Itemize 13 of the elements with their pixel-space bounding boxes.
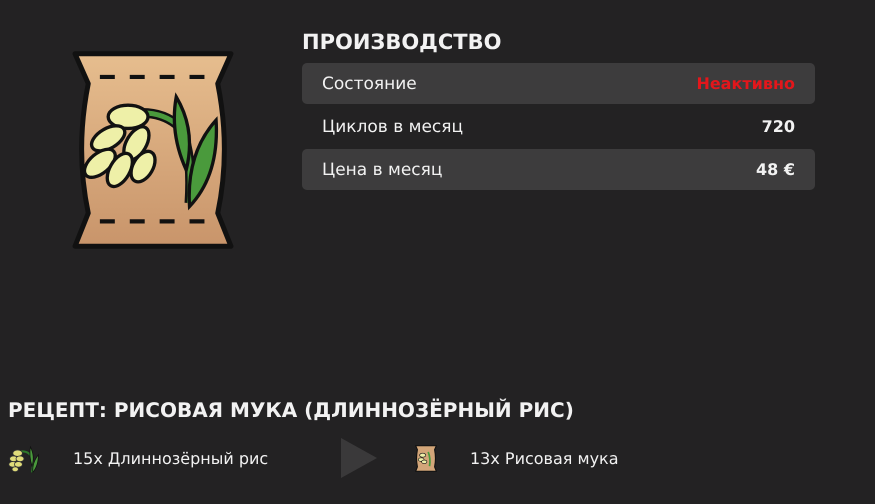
section-title: ПРОИЗВОДСТВО [302,30,502,54]
ingredient-text: 15x Длиннозёрный рис [73,448,270,468]
row-label: Состояние [322,74,417,94]
rice-sack-icon [70,50,236,250]
row-value: 720 [762,117,795,136]
row-value: 48 € [756,160,795,179]
product-text: 13x Рисовая мука [470,448,620,468]
play-arrow-icon [341,438,377,478]
rice-sack-icon [415,444,437,472]
recipe-title: РЕЦЕПТ: РИСОВАЯ МУКА (ДЛИННОЗЁРНЫЙ РИС) [8,398,575,422]
row-label: Циклов в месяц [322,116,464,136]
row-label: Цена в месяц [322,160,442,180]
row-value: Неактивно [696,74,795,93]
